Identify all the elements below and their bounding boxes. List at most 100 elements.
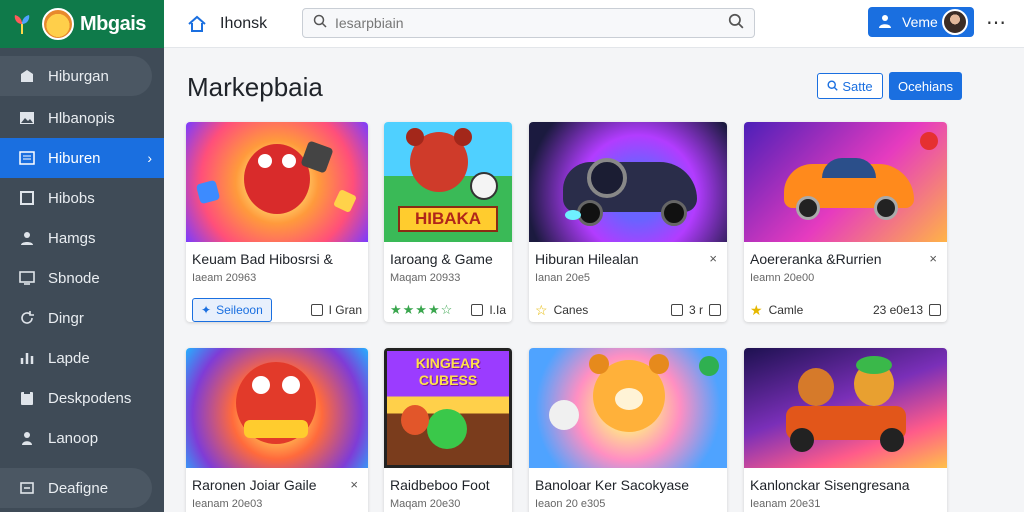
button-label: Satte	[842, 78, 873, 94]
card-7[interactable]: Kanlonckar Sisengresana Ieanam 20e31	[744, 348, 947, 512]
card-meta-text: 23 e0e13	[872, 303, 923, 317]
card-action-button[interactable]: ✦ Seileoon	[192, 298, 272, 322]
sidebar-item-8[interactable]: Deskpodens	[0, 378, 164, 418]
user-label: Veme	[902, 14, 938, 30]
image-icon	[18, 109, 36, 127]
game-banner: HIBAKA	[398, 206, 498, 232]
sidebar-item-label: Deskpodens	[48, 389, 132, 407]
header-title: Ihonsk	[220, 14, 268, 32]
chevron-right-icon: ›	[147, 150, 152, 166]
card-meta-text: I.Ia	[489, 303, 506, 317]
search-icon	[313, 14, 327, 33]
card-title: Iaroang & Game	[390, 251, 493, 267]
close-icon[interactable]: ×	[709, 251, 717, 266]
chart-icon	[18, 349, 36, 367]
card-subtitle: Ieanam 20e03	[192, 498, 263, 510]
sidebar-item-label: Lanoop	[48, 429, 99, 447]
card-1[interactable]: HIBAKA Iaroang & Game Maqam 20933 ★★★★☆ …	[384, 122, 512, 322]
sidebar-item-5[interactable]: Sbnode	[0, 258, 164, 298]
satte-button[interactable]: Satte	[817, 73, 883, 99]
person-icon	[18, 429, 36, 447]
sidebar-item-2[interactable]: Hiburen ›	[0, 138, 164, 178]
search-submit-icon[interactable]	[728, 13, 744, 34]
more-icon[interactable]: ⋯	[984, 10, 1008, 34]
card-meta: 23 e0e13	[873, 303, 941, 317]
game-thumbnail	[744, 348, 947, 468]
card-0[interactable]: Keuam Bad Hibosrsi & Iaeam 20963 ✦ Seile…	[186, 122, 368, 322]
card-title: Aoereranka &Rurrien	[750, 251, 882, 267]
game-thumbnail: HIBAKA	[384, 122, 512, 242]
game-thumbnail	[529, 122, 727, 242]
checkbox-icon[interactable]	[709, 304, 721, 316]
sidebar-item-label: Hibobs	[48, 189, 95, 207]
checkbox-icon[interactable]	[310, 304, 323, 316]
sidebar-item-label: Dingr	[48, 309, 84, 327]
sidebar-item-10[interactable]: Deafigne	[0, 468, 152, 508]
refresh-icon	[18, 309, 36, 327]
card-5[interactable]: KINGEAR CUBESS Raidbeboo Foot Maqam 20e3…	[384, 348, 512, 512]
star-icon: ☆	[535, 301, 548, 318]
card-2[interactable]: Hiburan Hilealan × Ianan 20e5 ☆ Canes 3 …	[529, 122, 727, 322]
sidebar-item-label: Hiburen	[48, 149, 101, 167]
game-thumbnail	[744, 122, 947, 242]
card-6[interactable]: Banoloar Ker Sacokyase Ieaon 20 e305	[529, 348, 727, 512]
card-meta: 3 r	[670, 303, 721, 317]
close-icon[interactable]: ×	[929, 251, 937, 266]
card-footer: ★ Camle 23 e0e13	[750, 298, 941, 322]
card-footer: ✦ Seileoon I Gran	[192, 298, 362, 322]
puzzle-icon: ✦	[201, 303, 212, 317]
card-meta-text: 3 r	[688, 303, 703, 317]
sidebar-item-3[interactable]: Hibobs	[0, 178, 164, 218]
game-banner: KINGEAR CUBESS	[415, 355, 481, 388]
checkbox-icon[interactable]	[929, 304, 941, 316]
user-icon	[878, 14, 892, 31]
user-button[interactable]: Veme	[868, 7, 974, 37]
card-4[interactable]: Raronen Joiar Gaile × Ieanam 20e03	[186, 348, 368, 512]
home-icon[interactable]	[186, 13, 208, 35]
search-bar[interactable]	[302, 8, 755, 38]
card-footer: ☆ Canes 3 r	[535, 298, 721, 322]
box-icon	[18, 189, 36, 207]
store-icon	[18, 67, 36, 85]
game-thumbnail	[186, 348, 368, 468]
ocehians-button[interactable]: Ocehians	[889, 72, 962, 100]
close-icon[interactable]: ×	[350, 477, 358, 492]
mascot-avatar	[42, 8, 74, 40]
button-label: Ocehians	[898, 78, 953, 94]
clipboard-icon	[18, 389, 36, 407]
sidebar-item-6[interactable]: Dingr	[0, 298, 164, 338]
leaf-logo-icon	[8, 10, 36, 38]
game-thumbnail	[529, 348, 727, 468]
sidebar-item-7[interactable]: Lapde	[0, 338, 164, 378]
search-input[interactable]	[335, 15, 720, 31]
card-3[interactable]: Aoereranka &Rurrien × Ieamn 20e00 ★ Caml…	[744, 122, 947, 322]
card-meta: I.Ia	[471, 303, 506, 317]
card-title: Raronen Joiar Gaile	[192, 477, 317, 493]
page-title: Markepbaia	[187, 72, 323, 102]
game-thumbnail	[186, 122, 368, 242]
card-meta: I Gran	[310, 303, 362, 317]
card-subtitle: Ieamn 20e00	[750, 272, 815, 284]
avatar[interactable]	[942, 9, 968, 35]
sidebar-item-1[interactable]: Hlbanopis	[0, 98, 164, 138]
card-subtitle: Iaeam 20963	[192, 272, 257, 284]
brand-header[interactable]: Mbgais	[0, 0, 164, 48]
list-icon	[18, 149, 36, 167]
top-bar: Ihonsk Veme ⋯	[164, 0, 1024, 48]
card-subtitle: Maqam 20e30	[390, 498, 461, 510]
sidebar-item-label: Hiburgan	[48, 67, 109, 85]
sidebar-item-4[interactable]: Hamgs	[0, 218, 164, 258]
game-thumbnail: KINGEAR CUBESS	[384, 348, 512, 468]
sidebar-item-label: Deafigne	[48, 479, 109, 497]
checkbox-icon[interactable]	[471, 304, 484, 316]
card-meta-text: I Gran	[328, 303, 362, 317]
button-label: Seileoon	[216, 303, 263, 317]
card-subtitle: Ianan 20e5	[535, 272, 591, 284]
card-title: Keuam Bad Hibosrsi &	[192, 251, 333, 267]
card-title: Banoloar Ker Sacokyase	[535, 477, 690, 493]
sidebar-item-9[interactable]: Lanoop	[0, 418, 164, 458]
brand-name: Mbgais	[80, 12, 146, 35]
sidebar-item-0[interactable]: Hiburgan	[0, 56, 152, 96]
monitor-icon	[18, 269, 36, 287]
sidebar-item-label: Sbnode	[48, 269, 100, 287]
